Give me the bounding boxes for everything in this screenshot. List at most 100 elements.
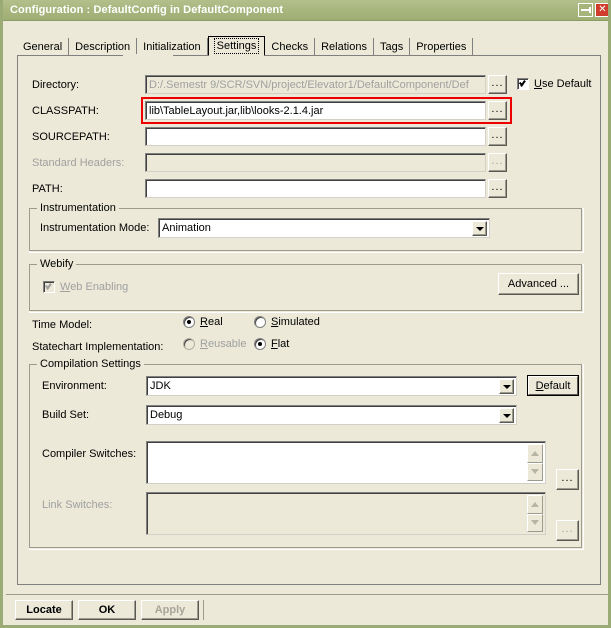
radio-time-simulated[interactable]: Simulated — [254, 316, 320, 328]
pin-icon[interactable] — [578, 3, 593, 17]
path-label: PATH: — [32, 183, 63, 195]
button-bar-divider — [203, 600, 204, 620]
spinner-down-icon[interactable] — [527, 462, 543, 481]
classpath-label: CLASSPATH: — [32, 105, 99, 117]
tab-relations[interactable]: Relations — [315, 38, 374, 56]
environment-value: JDK — [150, 380, 171, 392]
classpath-browse-button[interactable]: ... — [488, 101, 507, 120]
link-switches-spinner — [527, 495, 543, 532]
instrumentation-mode-label: Instrumentation Mode: — [40, 222, 150, 234]
close-icon[interactable]: ✕ — [595, 3, 608, 17]
title-bar[interactable]: Configuration : DefaultConfig in Default… — [3, 0, 608, 21]
locate-button[interactable]: Locate — [15, 600, 73, 620]
use-default-checkbox[interactable]: Use Default — [517, 78, 591, 90]
time-model-label: Time Model: — [32, 319, 93, 331]
radio-button[interactable] — [254, 338, 266, 350]
statechart-implementation-label: Statechart Implementation: — [32, 341, 164, 353]
chevron-down-icon[interactable] — [499, 379, 514, 394]
radio-label: Flat — [271, 338, 290, 350]
window-title: Configuration : DefaultConfig in Default… — [10, 4, 284, 16]
configuration-dialog: Configuration : DefaultConfig in Default… — [0, 0, 611, 628]
link-switches-browse-button: ... — [556, 520, 579, 541]
advanced-button[interactable]: Advanced ... — [498, 273, 579, 295]
radio-label: Reusable — [200, 338, 247, 350]
arrow-glyph — [502, 384, 511, 389]
compilation-settings-group-title: Compilation Settings — [37, 358, 144, 370]
directory-field[interactable]: D:/.Semestr 9/SCR/SVN/project/Elevator1/… — [145, 75, 486, 94]
radio-statechart-flat[interactable]: Flat — [254, 338, 289, 350]
build-set-label: Build Set: — [42, 409, 90, 421]
tab-label: Tags — [379, 41, 404, 53]
compiler-switches-field[interactable] — [146, 441, 546, 484]
sourcepath-field[interactable] — [145, 127, 486, 146]
default-button-inner: Default — [528, 376, 578, 395]
arrow-glyph — [531, 501, 539, 507]
mnemonic-letter: S — [271, 316, 279, 328]
mnemonic-letter: F — [271, 338, 278, 350]
spinner-up-icon[interactable] — [527, 444, 543, 463]
tab-label: Initialization — [143, 41, 201, 53]
pin-glyph — [581, 7, 591, 13]
link-switches-field — [146, 492, 546, 535]
tab-properties[interactable]: Properties — [410, 38, 474, 56]
tab-checks[interactable]: Checks — [265, 38, 316, 56]
tab-tags[interactable]: Tags — [373, 38, 411, 56]
directory-browse-button[interactable]: ... — [488, 75, 507, 94]
label-rest: se Default — [541, 78, 592, 90]
chevron-down-icon[interactable] — [472, 221, 487, 236]
compiler-switches-browse-button[interactable]: ... — [556, 469, 579, 490]
use-default-checkbox-box[interactable] — [517, 78, 529, 90]
radio-time-real[interactable]: Real — [183, 316, 223, 328]
classpath-field[interactable]: lib\TableLayout.jar,lib\looks-2.1.4.jar — [145, 101, 486, 120]
radio-label: Simulated — [271, 316, 320, 328]
compiler-switches-spinner[interactable] — [527, 444, 543, 481]
chevron-down-icon[interactable] — [499, 408, 514, 423]
apply-button: Apply — [141, 600, 199, 620]
tab-label: Description — [75, 41, 131, 53]
arrow-glyph — [531, 469, 539, 475]
environment-combo[interactable]: JDK — [146, 376, 517, 396]
path-browse-button[interactable]: ... — [488, 179, 507, 198]
mnemonic-letter: W — [60, 281, 71, 293]
check-icon — [46, 281, 53, 289]
default-button-label: Default — [535, 379, 571, 392]
instrumentation-mode-combo[interactable]: Animation — [158, 218, 490, 238]
dialog-client-area: General Description Initialization Setti… — [6, 21, 608, 625]
path-field[interactable] — [145, 179, 486, 198]
link-switches-label: Link Switches: — [42, 499, 113, 511]
web-enabling-checkbox: Web Enabling — [43, 281, 128, 293]
webify-group-title: Webify — [37, 258, 77, 270]
tab-settings[interactable]: Settings — [207, 36, 266, 56]
mnemonic-letter: R — [200, 338, 208, 350]
arrow-glyph — [502, 413, 511, 418]
mnemonic-letter: U — [534, 78, 542, 90]
web-enabling-checkbox-box — [43, 281, 55, 293]
standard-headers-label: Standard Headers: — [32, 157, 125, 169]
tab-label: Checks — [271, 41, 309, 53]
spinner-down-icon — [527, 513, 543, 532]
arrow-glyph — [475, 226, 484, 231]
radio-button[interactable] — [183, 316, 195, 328]
arrow-glyph — [531, 450, 539, 456]
tab-label: General — [23, 41, 63, 53]
arrow-glyph — [531, 520, 539, 526]
radio-statechart-reusable: Reusable — [183, 338, 247, 350]
web-enabling-label: Web Enabling — [60, 281, 128, 293]
spinner-up-icon — [527, 495, 543, 514]
environment-label: Environment: — [42, 380, 107, 392]
dialog-button-bar: Locate OK Apply — [6, 594, 608, 625]
radio-button[interactable] — [254, 316, 266, 328]
instrumentation-mode-value: Animation — [162, 222, 211, 234]
radio-dot — [258, 342, 262, 346]
ok-button[interactable]: OK — [78, 600, 136, 620]
compiler-switches-label: Compiler Switches: — [42, 448, 137, 460]
instrumentation-group-title: Instrumentation — [37, 202, 119, 214]
sourcepath-browse-button[interactable]: ... — [488, 127, 507, 146]
build-set-combo[interactable]: Debug — [146, 405, 517, 425]
tab-panel-notch — [123, 54, 173, 56]
tab-label: Relations — [321, 41, 367, 53]
directory-label: Directory: — [32, 79, 80, 91]
default-button[interactable]: Default — [527, 375, 579, 396]
tab-general[interactable]: General — [17, 38, 70, 56]
use-default-label: Use Default — [534, 78, 591, 90]
